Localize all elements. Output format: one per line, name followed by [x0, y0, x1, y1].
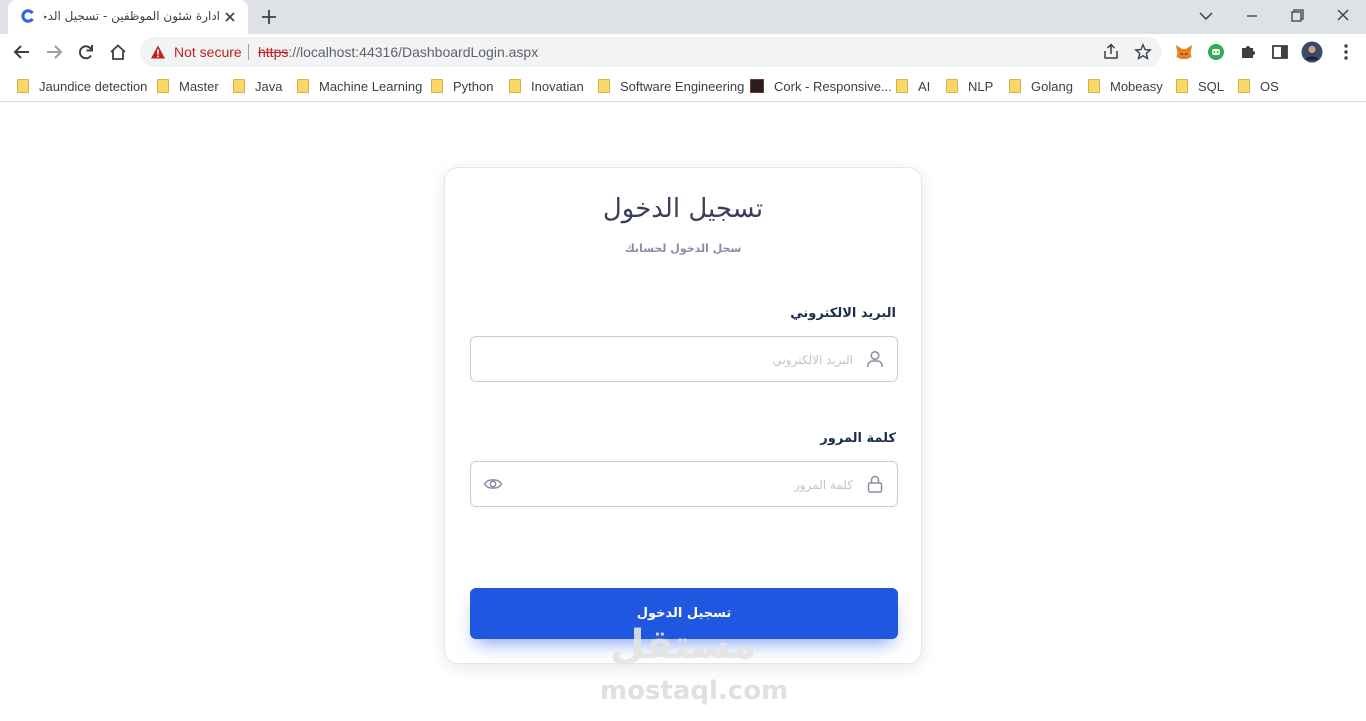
- close-tab-icon[interactable]: [222, 9, 238, 25]
- bookmark-software-engineering[interactable]: Software Engineering: [598, 76, 744, 96]
- tab-search-chevron-icon[interactable]: [1194, 6, 1218, 26]
- password-input[interactable]: [511, 474, 853, 496]
- folder-icon: [896, 79, 908, 93]
- url-scheme: https: [258, 44, 289, 60]
- folder-icon: [157, 79, 169, 93]
- password-field[interactable]: [470, 461, 898, 507]
- bookmark-label: Golang: [1031, 78, 1073, 94]
- folder-icon: [1238, 79, 1250, 93]
- omnibox-divider: [248, 44, 249, 60]
- bookmark-label: Java: [255, 78, 283, 94]
- not-secure-label[interactable]: Not secure: [174, 44, 242, 60]
- watermark-latin: mostaql.com: [600, 676, 789, 706]
- folder-icon: [297, 79, 309, 93]
- bookmark-sql[interactable]: SQL: [1176, 76, 1224, 96]
- green-extension-icon[interactable]: [1206, 42, 1226, 62]
- page-title: تسجيل الدخول: [602, 194, 764, 224]
- bookmark-label: OS: [1260, 78, 1279, 94]
- bookmark-mobeasy[interactable]: Mobeasy: [1088, 76, 1163, 96]
- bookmark-label: Software Engineering: [620, 78, 745, 94]
- address-bar[interactable]: Not secure https://localhost:44316/Dashb…: [140, 37, 1162, 67]
- folder-icon: [233, 79, 245, 93]
- bookmark-golang[interactable]: Golang: [1009, 76, 1073, 96]
- email-input[interactable]: [511, 349, 853, 371]
- page-subtitle: سجل الدخول لحسابك: [624, 242, 742, 255]
- bookmark-master[interactable]: Master: [157, 76, 219, 96]
- folder-icon: [946, 79, 958, 93]
- email-field[interactable]: [470, 336, 898, 382]
- email-label: البريد الالكتروني: [790, 306, 896, 321]
- forward-icon[interactable]: [44, 42, 64, 62]
- bookmark-label: Python: [453, 78, 494, 94]
- bookmark-nlp[interactable]: NLP: [946, 76, 993, 96]
- bookmark-label: SQL: [1198, 78, 1225, 94]
- folder-icon: [1009, 79, 1021, 93]
- bookmarks-bar: Jaundice detection Master Java Machine L…: [0, 70, 1366, 102]
- close-window-icon[interactable]: [1331, 6, 1355, 26]
- bookmark-label: Master: [179, 78, 219, 94]
- url-path: ://localhost:44316/DashboardLogin.aspx: [288, 44, 539, 60]
- user-icon: [867, 350, 883, 367]
- bookmark-python[interactable]: Python: [431, 76, 493, 96]
- metamask-extension-icon[interactable]: [1174, 42, 1194, 62]
- warning-icon[interactable]: [150, 44, 166, 60]
- folder-icon: [598, 79, 610, 93]
- watermark-arabic: مستقل: [609, 622, 757, 668]
- bookmark-label: Cork - Responsive...: [774, 78, 892, 94]
- back-icon[interactable]: [12, 42, 32, 62]
- browser-toolbar: Not secure https://localhost:44316/Dashb…: [0, 34, 1366, 70]
- bookmark-label: Machine Learning: [319, 78, 423, 94]
- bookmark-label: AI: [918, 78, 931, 94]
- browser-menu-icon[interactable]: [1336, 42, 1356, 62]
- page-favicon-icon: [750, 79, 764, 93]
- minimize-icon[interactable]: [1240, 6, 1264, 26]
- bookmark-jaundice-detection[interactable]: Jaundice detection: [17, 76, 147, 96]
- url-text[interactable]: https://localhost:44316/DashboardLogin.a…: [258, 44, 538, 60]
- lock-icon: [867, 475, 883, 493]
- folder-icon: [1176, 79, 1188, 93]
- bookmark-machine-learning[interactable]: Machine Learning: [297, 76, 422, 96]
- bookmark-label: NLP: [968, 78, 994, 94]
- eye-icon[interactable]: [483, 474, 503, 494]
- bookmark-label: Jaundice detection: [39, 78, 148, 94]
- site-favicon-icon: [21, 9, 35, 23]
- bookmark-inovatian[interactable]: Inovatian: [509, 76, 584, 96]
- folder-icon: [1088, 79, 1100, 93]
- share-icon[interactable]: [1102, 43, 1120, 61]
- bookmark-os[interactable]: OS: [1238, 76, 1279, 96]
- home-icon[interactable]: [108, 42, 128, 62]
- new-tab-icon[interactable]: [260, 8, 278, 26]
- password-label: كلمة المرور: [820, 431, 896, 446]
- bookmark-label: Inovatian: [531, 78, 584, 94]
- bookmark-label: Mobeasy: [1110, 78, 1163, 94]
- folder-icon: [509, 79, 521, 93]
- folder-icon: [17, 79, 29, 93]
- tab-title: ادارة شئون الموظفين - تسجيل الدخول: [44, 9, 220, 23]
- extensions-puzzle-icon[interactable]: [1238, 42, 1258, 62]
- profile-avatar-icon[interactable]: [1301, 41, 1323, 63]
- bookmark-ai[interactable]: AI: [896, 76, 930, 96]
- folder-icon: [431, 79, 443, 93]
- active-tab[interactable]: ادارة شئون الموظفين - تسجيل الدخول: [8, 0, 248, 34]
- reload-icon[interactable]: [76, 42, 96, 62]
- side-panel-icon[interactable]: [1270, 42, 1290, 62]
- bookmark-cork-responsive[interactable]: Cork - Responsive...: [750, 76, 892, 96]
- restore-icon[interactable]: [1285, 6, 1309, 26]
- bookmark-java[interactable]: Java: [233, 76, 282, 96]
- tab-strip: ادارة شئون الموظفين - تسجيل الدخول: [0, 0, 1366, 34]
- login-card: تسجيل الدخول سجل الدخول لحسابك البريد ال…: [444, 167, 922, 664]
- bookmark-star-icon[interactable]: [1134, 43, 1152, 61]
